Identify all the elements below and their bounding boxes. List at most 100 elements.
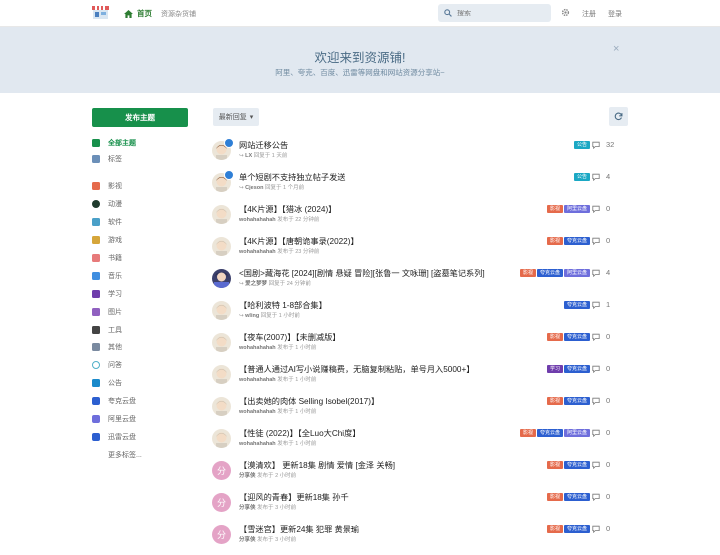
sidebar-item[interactable]: 学习 bbox=[92, 289, 122, 299]
thread-author[interactable]: 分享侠 bbox=[239, 505, 256, 511]
tag-badge[interactable]: 影视 bbox=[546, 397, 563, 405]
tag-badge[interactable]: 影视 bbox=[546, 461, 563, 469]
avatar[interactable]: 分 bbox=[212, 461, 231, 480]
thread-author[interactable]: 爱之梦梦 bbox=[245, 281, 267, 287]
refresh-button[interactable] bbox=[609, 107, 628, 126]
tag-badge[interactable]: 夸克云盘 bbox=[536, 429, 563, 437]
tag-badge[interactable]: 夸克云盘 bbox=[563, 461, 590, 469]
thread-author[interactable]: wohahahahah bbox=[239, 409, 276, 415]
thread-title[interactable]: 【哈利波特 1-8部合集】 bbox=[239, 299, 327, 311]
avatar[interactable] bbox=[212, 237, 231, 256]
thread-author[interactable]: wohahahahah bbox=[239, 217, 276, 223]
avatar[interactable] bbox=[212, 269, 231, 288]
avatar[interactable] bbox=[212, 333, 231, 352]
tag-badge[interactable]: 公告 bbox=[573, 173, 590, 181]
tag-badge[interactable]: 阿里云盘 bbox=[563, 205, 590, 213]
thread-title[interactable]: 【普通人通过AI写小说赚稿费，无脑复制粘贴，单号月入5000+】 bbox=[239, 363, 474, 375]
tag-badge[interactable]: 公告 bbox=[573, 141, 590, 149]
tag-badge[interactable]: 夸克云盘 bbox=[563, 333, 590, 341]
new-topic-button[interactable]: 发布主题 bbox=[92, 108, 188, 127]
sidebar-item[interactable]: 公告 bbox=[92, 378, 122, 388]
thread-author[interactable]: wohahahahah bbox=[239, 441, 276, 447]
sidebar-item[interactable]: 音乐 bbox=[92, 271, 122, 281]
tag-badge[interactable]: 夸克云盘 bbox=[563, 525, 590, 533]
thread-row[interactable]: 【性徒 (2022)】【全Luo大Chi度】 wohahahahah 发布于 1 … bbox=[212, 427, 630, 459]
tag-badge[interactable]: 学习 bbox=[546, 365, 563, 373]
thread-title[interactable]: <国剧>藏海花 [2024][剧情 悬疑 冒险][张鲁一 文咏珊] [盗墓笔记系… bbox=[239, 267, 485, 279]
thread-row[interactable]: 分【漠清欢】 更新18集 剧情 爱情 [金泽 关畅] 分享侠 发布于 2 小时前影… bbox=[212, 459, 630, 491]
thread-author[interactable]: wling bbox=[245, 313, 259, 319]
thread-title[interactable]: 网站迁移公告 bbox=[239, 139, 288, 151]
thread-row[interactable]: 分【迎风的青春】更新18集 孙千 分享侠 发布于 3 小时前 影视 夸克云盘 0 bbox=[212, 491, 630, 523]
register-link[interactable]: 注册 bbox=[582, 9, 596, 19]
gear-icon[interactable] bbox=[561, 8, 570, 17]
thread-title[interactable]: 【夜车(2007)】【未删减版】 bbox=[239, 331, 340, 343]
tag-badge[interactable]: 影视 bbox=[546, 205, 563, 213]
thread-title[interactable]: 【4K片源】【唐朝诡事录(2022)】 bbox=[239, 235, 359, 247]
thread-title[interactable]: 单个短剧不支持独立帖子发送 bbox=[239, 171, 345, 183]
search-input[interactable] bbox=[457, 9, 537, 17]
thread-title[interactable]: 【迎风的青春】更新18集 孙千 bbox=[239, 491, 349, 503]
search-box[interactable] bbox=[438, 4, 551, 22]
avatar[interactable] bbox=[212, 205, 231, 224]
thread-title[interactable]: 【性徒 (2022)】【全Luo大Chi度】 bbox=[239, 427, 360, 439]
thread-title[interactable]: 【雪迷宫】更新24集 犯罪 黄景瑜 bbox=[239, 523, 359, 535]
thread-title[interactable]: 【出卖她的肉体 Selling Isobel(2017)】 bbox=[239, 395, 379, 407]
thread-row[interactable]: 分【雪迷宫】更新24集 犯罪 黄景瑜 分享侠 发布于 3 小时前 影视 夸克云盘 0 bbox=[212, 523, 630, 555]
thread-author[interactable]: Cjeson bbox=[245, 185, 263, 191]
site-logo[interactable] bbox=[92, 4, 109, 20]
tag-badge[interactable]: 夸克云盘 bbox=[563, 397, 590, 405]
sort-dropdown[interactable]: 最新回复 ▾ bbox=[213, 108, 259, 126]
nav-home-link[interactable]: 首页 bbox=[124, 8, 152, 19]
sidebar-item[interactable]: 游戏 bbox=[92, 235, 122, 245]
tag-badge[interactable]: 夸克云盘 bbox=[563, 237, 590, 245]
thread-row[interactable]: 【哈利波特 1-8部合集】 ↪ wling 回复于 1 小时前 夸克云盘 1 bbox=[212, 299, 630, 331]
tag-badge[interactable]: 影视 bbox=[519, 429, 536, 437]
avatar[interactable]: 分 bbox=[212, 525, 231, 544]
avatar[interactable] bbox=[212, 301, 231, 320]
thread-row[interactable]: 【4K片源】【猎冰 (2024)】 wohahahahah 发布于 22 分钟前影… bbox=[212, 203, 630, 235]
thread-author[interactable]: wohahahahah bbox=[239, 345, 276, 351]
sidebar-item[interactable]: 软件 bbox=[92, 217, 122, 227]
sidebar-item[interactable]: 阿里云盘 bbox=[92, 414, 136, 424]
sidebar-item[interactable]: 图片 bbox=[92, 307, 122, 317]
sidebar-item[interactable]: 全部主题 bbox=[92, 138, 136, 148]
avatar[interactable] bbox=[212, 429, 231, 448]
avatar[interactable] bbox=[212, 397, 231, 416]
tag-badge[interactable]: 影视 bbox=[519, 269, 536, 277]
sidebar-item[interactable]: 动漫 bbox=[92, 199, 122, 209]
tag-badge[interactable]: 影视 bbox=[546, 237, 563, 245]
thread-row[interactable]: 【普通人通过AI写小说赚稿费，无脑复制粘贴，单号月入5000+】 wohahaha… bbox=[212, 363, 630, 395]
tag-badge[interactable]: 夸克云盘 bbox=[536, 269, 563, 277]
thread-row[interactable]: 【出卖她的肉体 Selling Isobel(2017)】 wohahahahah… bbox=[212, 395, 630, 427]
thread-row[interactable]: 【夜车(2007)】【未删减版】 wohahahahah 发布于 1 小时前 影视夸… bbox=[212, 331, 630, 363]
sidebar-item[interactable]: 迅雷云盘 bbox=[92, 432, 136, 442]
sidebar-item[interactable]: 影视 bbox=[92, 181, 122, 191]
tag-badge[interactable]: 夸克云盘 bbox=[563, 301, 590, 309]
thread-author[interactable]: 分享侠 bbox=[239, 537, 256, 543]
sidebar-item[interactable]: 工具 bbox=[92, 325, 122, 335]
tag-badge[interactable]: 影视 bbox=[546, 493, 563, 501]
thread-row[interactable]: 【4K片源】【唐朝诡事录(2022)】 wohahahahah 发布于 23 分钟… bbox=[212, 235, 630, 267]
thread-row[interactable]: <国剧>藏海花 [2024][剧情 悬疑 冒险][张鲁一 文咏珊] [盗墓笔记系… bbox=[212, 267, 630, 299]
avatar[interactable]: 分 bbox=[212, 493, 231, 512]
sidebar-item[interactable]: 书籍 bbox=[92, 253, 122, 263]
sidebar-item[interactable]: 其他 bbox=[92, 342, 122, 352]
thread-author[interactable]: wohahahahah bbox=[239, 249, 276, 255]
sidebar-item[interactable]: 问答 bbox=[92, 360, 122, 370]
thread-row[interactable]: 单个短剧不支持独立帖子发送 ↪ Cjeson 回复于 1 个月前 公告 4 bbox=[212, 170, 630, 203]
sidebar-item[interactable]: 更多标签... bbox=[108, 450, 142, 460]
tag-badge[interactable]: 夸克云盘 bbox=[563, 365, 590, 373]
sidebar-item[interactable]: 标签 bbox=[92, 154, 122, 164]
tag-badge[interactable]: 影视 bbox=[546, 525, 563, 533]
thread-author[interactable]: 分享侠 bbox=[239, 473, 256, 479]
thread-author[interactable]: wohahahahah bbox=[239, 377, 276, 383]
sidebar-item[interactable]: 夸克云盘 bbox=[92, 396, 136, 406]
tag-badge[interactable]: 阿里云盘 bbox=[563, 429, 590, 437]
tag-badge[interactable]: 夸克云盘 bbox=[563, 493, 590, 501]
thread-title[interactable]: 【漠清欢】 更新18集 剧情 爱情 [金泽 关畅] bbox=[239, 459, 395, 471]
thread-title[interactable]: 【4K片源】【猎冰 (2024)】 bbox=[239, 203, 336, 215]
tag-badge[interactable]: 阿里云盘 bbox=[563, 269, 590, 277]
site-name[interactable]: 资源杂货铺 bbox=[161, 9, 196, 19]
hero-close-button[interactable]: × bbox=[613, 43, 619, 55]
